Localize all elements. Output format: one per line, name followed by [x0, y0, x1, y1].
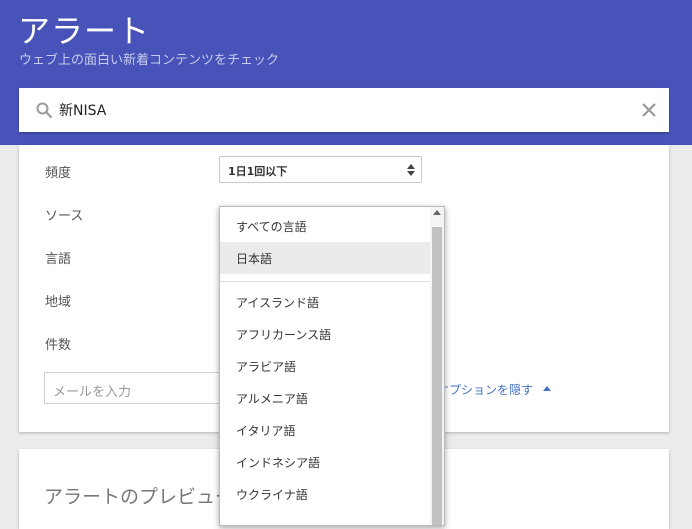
- close-icon[interactable]: [639, 100, 659, 120]
- search-bar: [19, 88, 669, 132]
- frequency-label: 頻度: [45, 166, 72, 181]
- option-label: 日本語: [236, 252, 273, 266]
- option-label: アフリカーンス語: [236, 328, 332, 342]
- scrollbar-thumb[interactable]: [432, 227, 442, 525]
- option-label: アルメニア語: [236, 392, 308, 406]
- region-label: 地域: [45, 295, 72, 310]
- dropdown-divider: [220, 281, 430, 282]
- hide-options-link[interactable]: オプションを隠す: [437, 381, 533, 398]
- caret-up-icon: [543, 386, 551, 391]
- option-label: ウクライナ語: [236, 488, 308, 502]
- language-option[interactable]: インドネシア語: [220, 446, 430, 478]
- language-option[interactable]: イタリア語: [220, 414, 430, 446]
- email-placeholder: メールを入力: [53, 385, 132, 400]
- preview-title: アラートのプレビュー: [44, 486, 235, 508]
- language-option[interactable]: すべての言語: [220, 210, 430, 242]
- page-subtitle: ウェブ上の面白い新着コンテンツをチェック: [19, 53, 280, 68]
- search-input[interactable]: [59, 88, 619, 132]
- option-label: インドネシア語: [236, 456, 321, 470]
- language-option[interactable]: アフリカーンス語: [220, 318, 430, 350]
- language-dropdown[interactable]: すべての言語 日本語 アイスランド語 アフリカーンス語 アラビア語 アルメニア語…: [219, 206, 445, 526]
- select-arrows-icon: [407, 164, 415, 176]
- option-label: アラビア語: [236, 360, 297, 374]
- search-icon: [36, 102, 53, 119]
- option-label: イタリア語: [236, 424, 296, 438]
- dropdown-scrollbar[interactable]: [430, 207, 444, 525]
- language-option[interactable]: アイスランド語: [220, 286, 430, 318]
- frequency-value: 1日1回以下: [228, 165, 288, 178]
- option-label: アイスランド語: [236, 296, 320, 310]
- email-field[interactable]: メールを入力: [44, 372, 220, 404]
- option-label: すべての言語: [236, 220, 307, 234]
- language-option[interactable]: アラビア語: [220, 350, 430, 382]
- language-option[interactable]: アルメニア語: [220, 382, 430, 414]
- source-label: ソース: [45, 209, 84, 224]
- frequency-select[interactable]: 1日1回以下: [219, 156, 422, 183]
- scroll-up-icon[interactable]: [433, 210, 441, 215]
- language-label: 言語: [45, 252, 72, 267]
- count-label: 件数: [45, 338, 72, 353]
- language-option[interactable]: ウクライナ語: [220, 478, 430, 510]
- language-option-selected[interactable]: 日本語: [220, 242, 430, 274]
- page-title: アラート: [18, 12, 151, 50]
